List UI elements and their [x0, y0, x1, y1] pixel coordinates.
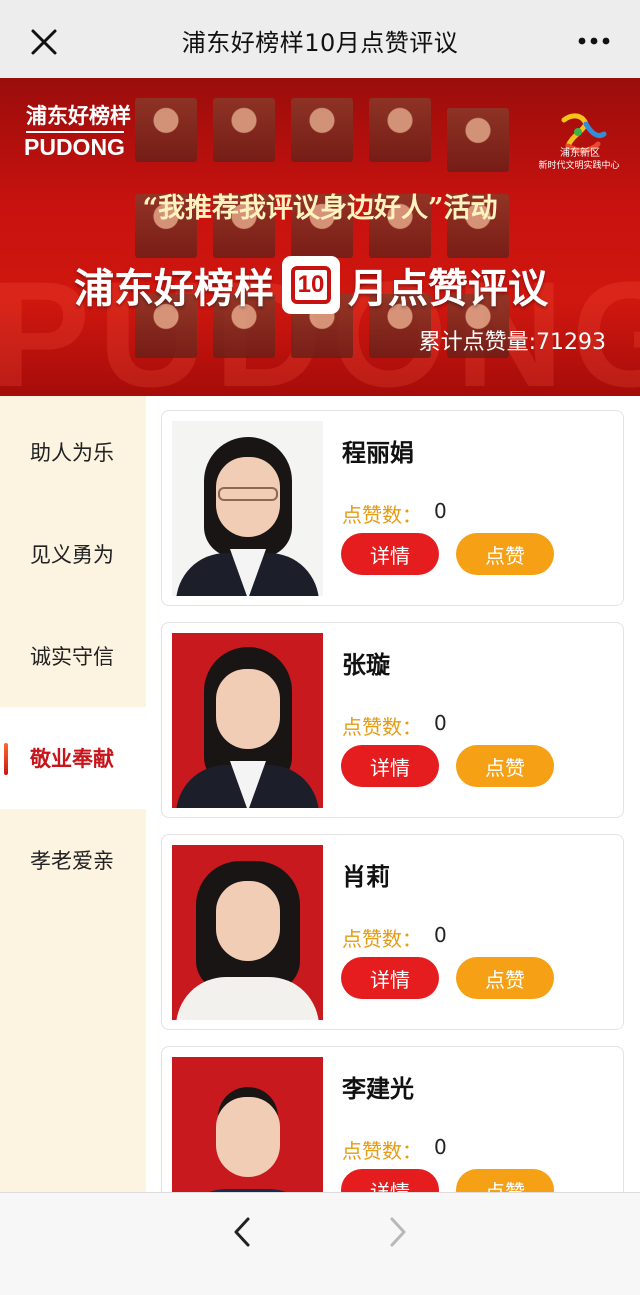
sidebar-item-label: 孝老爱亲 — [30, 849, 114, 873]
likes-count: 0 — [434, 499, 447, 523]
candidate-photo — [172, 845, 323, 1020]
photo-face — [216, 669, 280, 749]
brand-logo-chinese: 浦东好榜样 — [26, 103, 131, 128]
headline-month-badge: 10 — [282, 256, 340, 314]
portrait-image — [291, 98, 353, 162]
headline-right: 月点赞评议 — [348, 265, 548, 312]
brand-logo-english: PUDONG — [24, 134, 125, 160]
candidate-photo — [172, 633, 323, 808]
sidebar-item-helping-others[interactable]: 助人为乐 — [0, 401, 146, 503]
photo-face — [216, 881, 280, 961]
top-navigation-bar: 浦东好榜样10月点赞评议 — [0, 0, 640, 80]
detail-button[interactable]: 详情 — [341, 533, 439, 575]
candidate-name: 肖莉 — [342, 863, 390, 891]
like-button[interactable]: 点赞 — [456, 533, 554, 575]
center-name-line2: 新时代文明实践中心 — [538, 161, 620, 171]
sidebar-item-dedication[interactable]: 敬业奉献 — [0, 707, 146, 809]
content-area: 助人为乐 见义勇为 诚实守信 敬业奉献 孝老爱亲 程丽娟 点赞数： 0 详情 点… — [0, 396, 640, 1192]
category-sidebar: 助人为乐 见义勇为 诚实守信 敬业奉献 孝老爱亲 — [0, 396, 146, 1192]
candidate-name: 张璇 — [342, 651, 390, 679]
banner-subtitle: “我推荐我评议身边好人”活动 — [142, 193, 498, 224]
candidate-card: 李建光 点赞数： 0 详情 点赞 — [161, 1046, 624, 1192]
like-button[interactable]: 点赞 — [456, 957, 554, 999]
more-dots-icon[interactable] — [574, 26, 614, 56]
bottom-navigation-bar — [0, 1192, 640, 1295]
page-title: 浦东好榜样10月点赞评议 — [181, 28, 459, 57]
likes-label: 点赞数： — [342, 927, 422, 951]
detail-button[interactable]: 详情 — [341, 1169, 439, 1192]
close-icon[interactable] — [26, 24, 62, 60]
sidebar-item-filial-piety[interactable]: 孝老爱亲 — [0, 809, 146, 911]
headline-month: 10 — [290, 266, 332, 304]
banner-headline: 浦东好榜样 10 月点赞评议 — [74, 253, 548, 317]
like-button[interactable]: 点赞 — [456, 745, 554, 787]
chevron-right-icon[interactable] — [384, 1215, 412, 1249]
like-button[interactable]: 点赞 — [456, 1169, 554, 1192]
likes-count: 0 — [434, 711, 447, 735]
brand-logo-divider — [26, 131, 124, 133]
likes-count: 0 — [434, 1135, 447, 1159]
portrait-image — [369, 98, 431, 162]
sidebar-item-label: 助人为乐 — [30, 441, 114, 465]
likes-label: 点赞数： — [342, 1139, 422, 1163]
sidebar-item-honesty[interactable]: 诚实守信 — [0, 605, 146, 707]
sidebar-item-label: 敬业奉献 — [30, 747, 114, 771]
candidate-photo — [172, 421, 323, 596]
center-name-line1: 浦东新区 — [560, 148, 600, 159]
total-likes-count: 累计点赞量:71293 — [418, 330, 606, 355]
detail-button[interactable]: 详情 — [341, 957, 439, 999]
portrait-image — [135, 98, 197, 162]
candidate-name: 程丽娟 — [342, 439, 414, 467]
candidate-card: 肖莉 点赞数： 0 详情 点赞 — [161, 834, 624, 1030]
photo-body — [176, 977, 319, 1020]
headline-left: 浦东好榜样 — [74, 265, 274, 312]
likes-count: 0 — [434, 923, 447, 947]
candidate-card: 张璇 点赞数： 0 详情 点赞 — [161, 622, 624, 818]
candidate-list[interactable]: 程丽娟 点赞数： 0 详情 点赞 张璇 点赞数： 0 详情 点赞 肖莉 点赞数：… — [146, 396, 640, 1192]
photo-face — [216, 1097, 280, 1177]
portrait-image — [447, 108, 509, 172]
candidate-photo — [172, 1057, 323, 1192]
candidate-card: 程丽娟 点赞数： 0 详情 点赞 — [161, 410, 624, 606]
likes-label: 点赞数： — [342, 715, 422, 739]
chevron-left-icon[interactable] — [228, 1215, 256, 1249]
photo-glasses — [218, 487, 278, 501]
activity-banner: PUDONG 浦东好榜样 PUDONG 浦东新区 新时代文明实践中心 “我推荐我… — [0, 78, 640, 396]
sidebar-item-bravery[interactable]: 见义勇为 — [0, 503, 146, 605]
detail-button[interactable]: 详情 — [341, 745, 439, 787]
likes-label: 点赞数： — [342, 503, 422, 527]
sidebar-item-label: 见义勇为 — [30, 543, 114, 567]
sidebar-item-label: 诚实守信 — [30, 645, 114, 669]
candidate-name: 李建光 — [342, 1075, 414, 1103]
portrait-image — [213, 98, 275, 162]
